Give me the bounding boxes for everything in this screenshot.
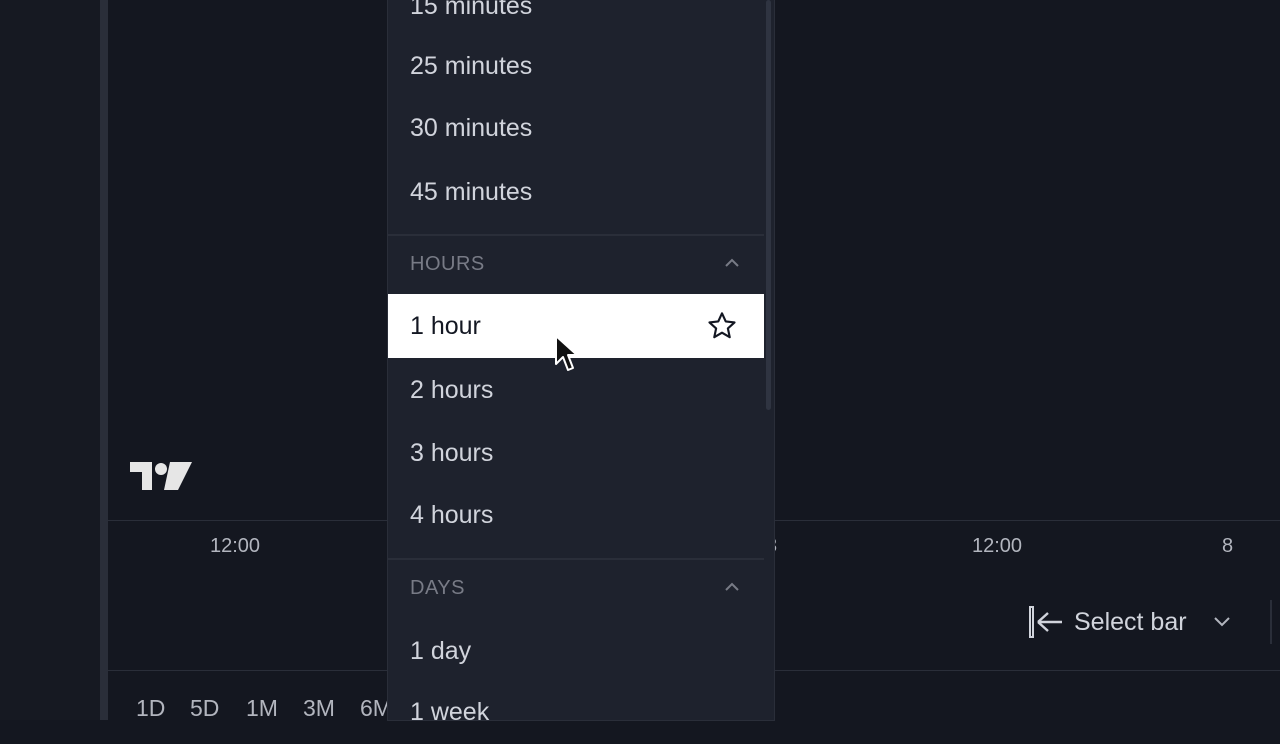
menu-item-15-minutes[interactable]: 15 minutes: [388, 0, 764, 38]
toolbar-divider: [1270, 600, 1272, 644]
tradingview-logo: [130, 462, 192, 490]
section-header-label: DAYS: [410, 576, 465, 599]
section-header-hours[interactable]: HOURS: [388, 236, 764, 292]
section-header-days[interactable]: DAYS: [388, 560, 764, 616]
menu-item-label: 25 minutes: [410, 51, 533, 80]
time-axis-tick: 12:00: [210, 535, 261, 557]
menu-item-label: 3 hours: [410, 438, 494, 467]
range-button-1d[interactable]: 1D: [136, 695, 165, 722]
menu-item-label: 1 hour: [410, 311, 481, 340]
time-axis-tick: 12:00: [972, 535, 1023, 557]
select-bar-label: Select bar: [1074, 607, 1187, 636]
section-header-label: HOURS: [410, 252, 485, 275]
menu-item-4-hours[interactable]: 4 hours: [388, 483, 764, 547]
chevron-up-icon: [725, 582, 739, 591]
mouse-cursor-icon: [555, 335, 578, 371]
menu-item-1-week[interactable]: 1 week: [388, 680, 764, 744]
menu-scrollbar[interactable]: [766, 0, 771, 410]
menu-item-1-day[interactable]: 1 day: [388, 619, 764, 683]
menu-item-30-minutes[interactable]: 30 minutes: [388, 96, 764, 160]
menu-item-label: 1 week: [410, 697, 490, 726]
menu-item-45-minutes[interactable]: 45 minutes: [388, 160, 764, 224]
menu-item-label: 15 minutes: [410, 0, 533, 20]
range-button-5d[interactable]: 5D: [190, 695, 219, 722]
menu-item-label: 2 hours: [410, 375, 494, 404]
menu-item-label: 1 day: [410, 636, 472, 665]
select-bar-button[interactable]: Select bar: [1028, 604, 1233, 640]
arrow-left-to-bar-icon: [1029, 606, 1062, 638]
chevron-up-icon: [725, 258, 739, 267]
range-button-1m[interactable]: 1M: [246, 695, 278, 722]
menu-item-label: 45 minutes: [410, 177, 533, 206]
time-axis-tick: 8: [1222, 535, 1234, 557]
menu-item-25-minutes[interactable]: 25 minutes: [388, 34, 764, 98]
star-outline-icon[interactable]: [706, 310, 738, 342]
left-panel-divider[interactable]: [100, 0, 108, 720]
menu-item-label: 4 hours: [410, 500, 494, 529]
menu-item-label: 30 minutes: [410, 113, 533, 142]
left-panel: [0, 0, 100, 720]
chevron-down-icon: [1213, 617, 1230, 627]
menu-item-3-hours[interactable]: 3 hours: [388, 421, 764, 485]
timeframe-dropdown[interactable]: 15 minutes 25 minutes 30 minutes 45 minu…: [388, 0, 774, 726]
range-button-3m[interactable]: 3M: [303, 695, 335, 722]
